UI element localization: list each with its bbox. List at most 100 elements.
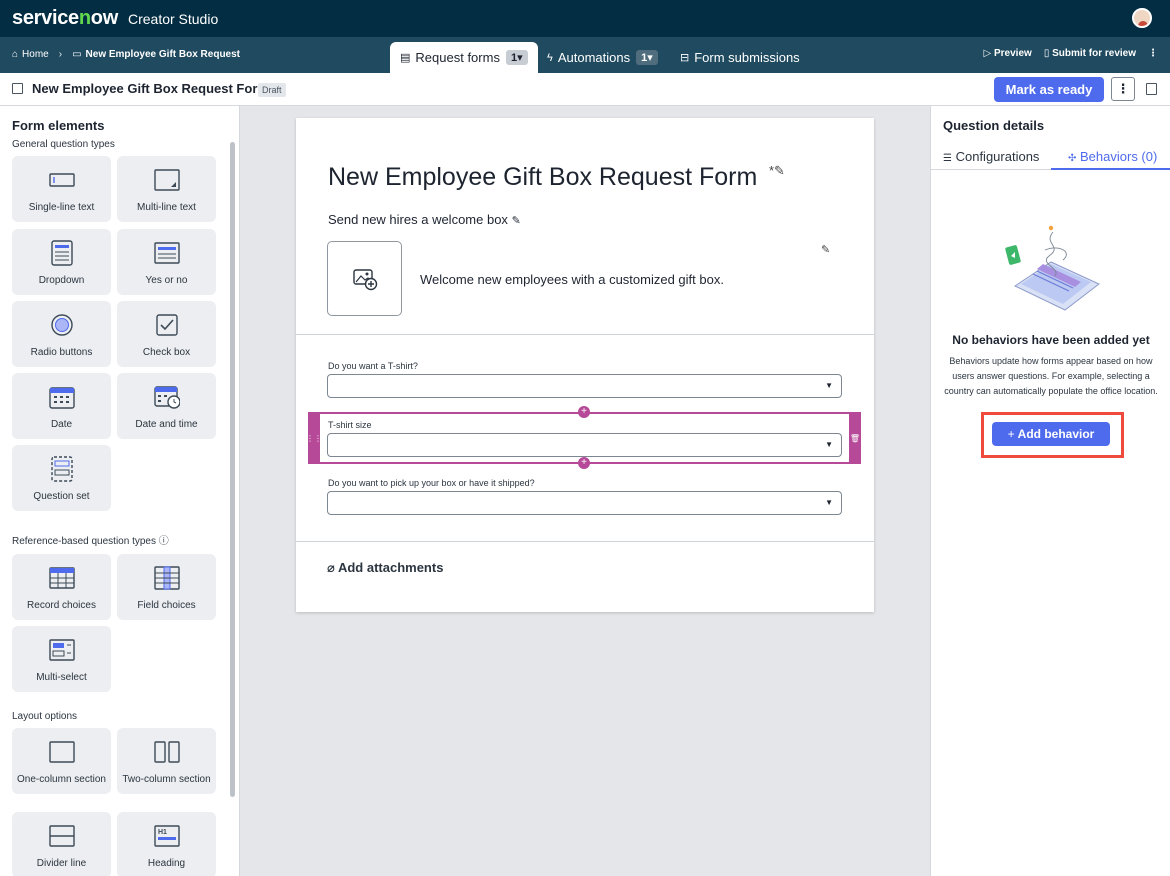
pickup-or-ship-select[interactable]: ▼ xyxy=(327,491,842,515)
toggle-right-panel-icon[interactable] xyxy=(1146,83,1157,95)
section-label: General question types xyxy=(12,139,115,150)
breadcrumb-current[interactable]: New Employee Gift Box Request xyxy=(86,49,240,60)
element-question-set[interactable]: Question set xyxy=(12,445,111,511)
add-question-below-icon[interactable]: + xyxy=(578,457,590,469)
sliders-icon: ☰ xyxy=(943,153,952,164)
chevron-right-icon: › xyxy=(58,49,63,60)
caret-down-icon: ▼ xyxy=(825,440,833,449)
tshirt-size-select[interactable]: ▼ xyxy=(327,433,842,457)
element-multi-line-text[interactable]: Multi-line text xyxy=(117,156,216,222)
form-icon: ▤ xyxy=(400,52,411,64)
tab-label: Automations xyxy=(557,50,631,65)
submit-label: Submit for review xyxy=(1052,48,1136,59)
empty-state-title: No behaviors have been added yet xyxy=(952,333,1150,347)
section-label: Reference-based question types ⓘ xyxy=(12,532,169,547)
inbox-icon: ⊟ xyxy=(680,52,690,64)
dropdown-icon xyxy=(49,240,75,266)
two-column-icon xyxy=(153,740,180,764)
element-dropdown[interactable]: Dropdown xyxy=(12,229,111,295)
element-heading[interactable]: H1 Heading xyxy=(117,812,216,876)
preview-button[interactable]: ▷ Preview xyxy=(984,48,1032,59)
element-yes-or-no[interactable]: Yes or no xyxy=(117,229,216,295)
form-title[interactable]: New Employee Gift Box Request Form xyxy=(328,163,757,192)
form-icon: ▭ xyxy=(72,49,82,60)
yes-no-icon xyxy=(153,241,180,265)
user-avatar[interactable] xyxy=(1132,8,1152,28)
caret-down-icon: ▼ xyxy=(825,498,833,507)
tab-configurations[interactable]: ☰ Configurations xyxy=(943,149,1039,164)
element-label: Dropdown xyxy=(38,275,85,286)
caret-down-icon: ▼ xyxy=(825,381,833,390)
preview-label: Preview xyxy=(994,48,1032,59)
multi-line-text-icon xyxy=(153,168,180,192)
tab-label: Request forms xyxy=(415,50,500,65)
tab-label: Form submissions xyxy=(694,50,800,65)
table-icon xyxy=(48,566,75,590)
more-options-button[interactable]: ⋮ xyxy=(1111,77,1135,101)
element-field-choices[interactable]: Field choices xyxy=(117,554,216,620)
element-label: Yes or no xyxy=(145,275,188,286)
element-date-and-time[interactable]: Date and time xyxy=(117,373,216,439)
element-divider-line[interactable]: Divider line xyxy=(12,812,111,876)
tab-label: Behaviors (0) xyxy=(1080,149,1158,164)
edit-icon[interactable]: ✎ xyxy=(512,215,521,227)
paperclip-icon: ⌀ xyxy=(327,560,335,575)
element-multi-select[interactable]: Multi-select xyxy=(12,626,111,692)
form-preview-card: New Employee Gift Box Request Form *✎ Se… xyxy=(296,118,874,612)
tab-behaviors[interactable]: ✣ Behaviors (0) xyxy=(1068,149,1157,164)
tab-automations[interactable]: ϟ Automations 1▾ xyxy=(537,42,668,73)
element-label: Field choices xyxy=(137,600,196,611)
add-image-button[interactable] xyxy=(327,241,402,316)
form-description[interactable]: Welcome new employees with a customized … xyxy=(420,272,724,287)
tab-label: Configurations xyxy=(955,149,1040,164)
form-title-bar: New Employee Gift Box Request Form Draft… xyxy=(0,73,1170,106)
element-label: Radio buttons xyxy=(30,347,93,358)
toggle-left-panel-icon[interactable] xyxy=(12,83,23,94)
element-label: Two-column section xyxy=(122,774,211,785)
single-line-text-icon xyxy=(48,168,75,192)
mark-as-ready-button[interactable]: Mark as ready xyxy=(994,77,1104,102)
tshirt-select[interactable]: ▼ xyxy=(327,374,842,398)
tab-count-badge[interactable]: 1▾ xyxy=(636,50,658,65)
element-single-line-text[interactable]: Single-line text xyxy=(12,156,111,222)
tab-count-badge[interactable]: 1▾ xyxy=(505,50,528,65)
bolt-icon: ϟ xyxy=(547,51,553,64)
question-set-icon xyxy=(49,456,75,482)
tab-form-submissions[interactable]: ⊟ Form submissions xyxy=(670,42,810,73)
element-label: Heading xyxy=(147,858,186,869)
document-icon: ▯ xyxy=(1043,48,1053,59)
section-divider xyxy=(296,541,874,542)
radio-button-icon xyxy=(49,313,75,337)
element-date[interactable]: Date xyxy=(12,373,111,439)
form-subtitle[interactable]: Send new hires a welcome box ✎ xyxy=(328,212,521,227)
top-bar: servicenow Creator Studio xyxy=(0,0,1170,37)
breadcrumb-home[interactable]: Home xyxy=(22,49,49,60)
more-menu-icon[interactable]: ⋮ xyxy=(1148,48,1158,59)
element-label: Multi-line text xyxy=(137,202,196,213)
scrollbar[interactable] xyxy=(230,142,235,797)
info-icon[interactable]: ⓘ xyxy=(159,536,169,547)
element-check-box[interactable]: Check box xyxy=(117,301,216,367)
sub-nav-actions: ▷ Preview ▯ Submit for review ⋮ xyxy=(984,48,1158,59)
submit-for-review-button[interactable]: ▯ Submit for review xyxy=(1044,48,1136,59)
add-question-above-icon[interactable]: + xyxy=(578,406,590,418)
page-title: New Employee Gift Box Request Form xyxy=(32,81,269,96)
panel-heading: Form elements xyxy=(12,118,105,133)
delete-icon[interactable]: 🗑 xyxy=(849,412,861,464)
edit-icon[interactable]: ✎ xyxy=(821,243,830,256)
sub-navigation: ⌂ Home › ▭ New Employee Gift Box Request… xyxy=(0,37,1170,73)
add-attachments-link[interactable]: ⌀ Add attachments xyxy=(327,560,443,576)
required-edit-icon[interactable]: *✎ xyxy=(769,163,785,179)
plus-icon: + xyxy=(1007,427,1015,441)
drag-handle-icon[interactable]: ⋮⋮ xyxy=(306,412,322,464)
servicenow-logo[interactable]: servicenow xyxy=(12,7,118,30)
element-two-column-section[interactable]: Two-column section xyxy=(117,728,216,794)
field-choices-icon xyxy=(153,566,180,590)
element-label: Multi-select xyxy=(36,672,87,683)
element-radio-buttons[interactable]: Radio buttons xyxy=(12,301,111,367)
tab-request-forms[interactable]: ▤ Request forms 1▾ xyxy=(390,42,538,73)
element-one-column-section[interactable]: One-column section xyxy=(12,728,111,794)
add-behavior-button[interactable]: + Add behavior xyxy=(992,422,1110,446)
element-label: Single-line text xyxy=(28,202,95,213)
element-record-choices[interactable]: Record choices xyxy=(12,554,111,620)
